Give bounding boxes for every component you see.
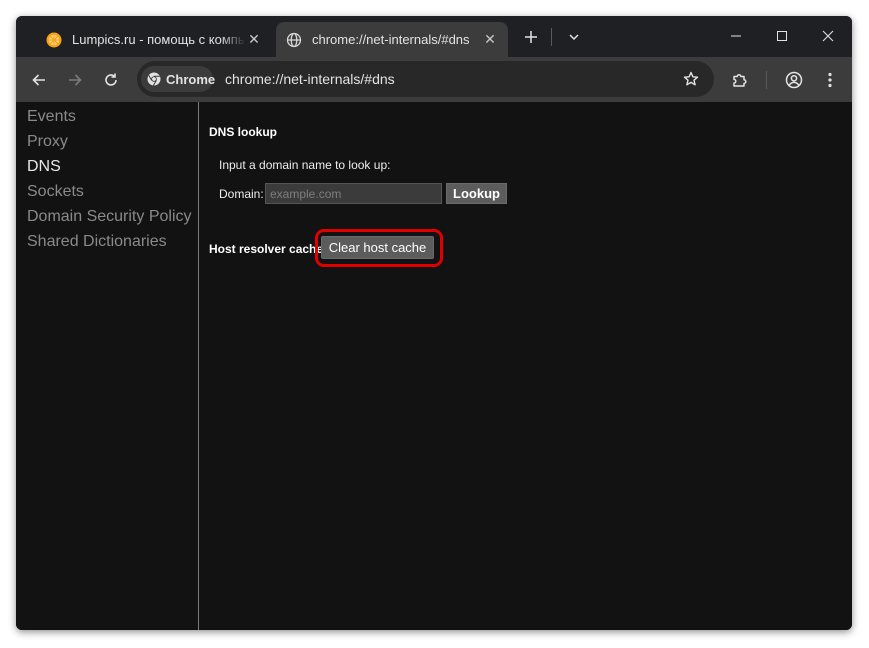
domain-input[interactable] <box>265 183 442 204</box>
orange-slice-icon <box>46 32 62 48</box>
profile-avatar-icon[interactable] <box>781 67 807 93</box>
address-bar[interactable]: Chrome chrome://net-internals/#dns <box>137 61 714 97</box>
tab-title: chrome://net-internals/#dns <box>312 32 470 47</box>
bookmark-star-icon[interactable] <box>681 69 701 89</box>
net-internals-sidebar: Events Proxy DNS Sockets Domain Security… <box>16 102 199 630</box>
more-menu-icon[interactable] <box>817 67 843 93</box>
lookup-instruction: Input a domain name to look up: <box>219 158 391 172</box>
domain-label: Domain: <box>219 187 264 201</box>
maximize-button[interactable] <box>759 16 805 56</box>
close-tab-icon[interactable]: ✕ <box>482 31 498 48</box>
highlight-annotation <box>315 229 443 267</box>
globe-icon <box>286 32 302 48</box>
lookup-button[interactable]: Lookup <box>446 183 507 204</box>
new-tab-button[interactable] <box>520 26 542 48</box>
browser-window: Lumpics.ru - помощь с компьютером ✕ chro… <box>16 16 852 630</box>
tab-separator <box>551 28 552 46</box>
dns-lookup-heading: DNS lookup <box>209 125 277 139</box>
sidebar-item-proxy[interactable]: Proxy <box>27 133 68 151</box>
dns-panel: DNS lookup Input a domain name to look u… <box>199 102 852 630</box>
back-button[interactable] <box>26 67 52 93</box>
url-text[interactable]: chrome://net-internals/#dns <box>225 71 395 87</box>
toolbar: Chrome chrome://net-internals/#dns <box>16 57 852 102</box>
sidebar-item-dns[interactable]: DNS <box>27 158 61 176</box>
tab-net-internals[interactable]: chrome://net-internals/#dns ✕ <box>276 22 508 57</box>
host-resolver-cache-label: Host resolver cache <box>209 242 324 256</box>
chip-label: Chrome <box>166 71 216 87</box>
minimize-button[interactable] <box>713 16 759 56</box>
close-window-button[interactable] <box>805 16 851 56</box>
sidebar-item-domain-security-policy[interactable]: Domain Security Policy <box>27 208 192 226</box>
tab-strip: Lumpics.ru - помощь с компьютером ✕ chro… <box>16 16 852 57</box>
chevron-down-icon[interactable] <box>564 26 584 48</box>
extensions-puzzle-icon[interactable] <box>727 67 753 93</box>
forward-button[interactable] <box>62 67 88 93</box>
tab-title: Lumpics.ru - помощь с компьютером <box>72 32 246 47</box>
sidebar-item-shared-dictionaries[interactable]: Shared Dictionaries <box>27 233 167 251</box>
tab-lumpics[interactable]: Lumpics.ru - помощь с компьютером ✕ <box>36 22 272 57</box>
close-tab-icon[interactable]: ✕ <box>246 31 262 48</box>
page-content: Events Proxy DNS Sockets Domain Security… <box>16 102 852 630</box>
toolbar-separator <box>766 71 767 89</box>
reload-button[interactable] <box>98 67 124 93</box>
sidebar-item-sockets[interactable]: Sockets <box>27 183 84 201</box>
chrome-logo-icon <box>147 72 161 86</box>
chrome-chip[interactable]: Chrome <box>141 66 216 92</box>
sidebar-item-events[interactable]: Events <box>27 108 76 126</box>
